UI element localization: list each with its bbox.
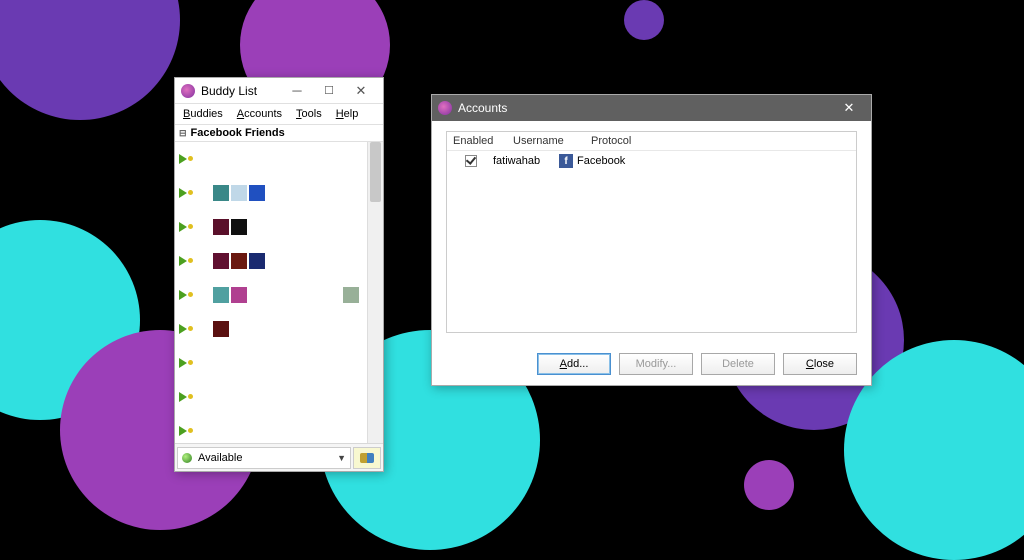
scrollbar[interactable] bbox=[367, 142, 383, 443]
status-icon bbox=[179, 254, 193, 268]
delete-button: Delete bbox=[701, 353, 775, 375]
status-icon bbox=[179, 424, 193, 438]
table-row[interactable]: fatiwahab f Facebook bbox=[447, 151, 856, 171]
buddy-list-window: Buddy List ─ ☐ ✕ Buddies Accounts Tools … bbox=[174, 77, 384, 472]
list-item[interactable] bbox=[175, 346, 383, 380]
modify-button: Modify... bbox=[619, 353, 693, 375]
buddy-list-titlebar[interactable]: Buddy List ─ ☐ ✕ bbox=[175, 78, 383, 104]
group-name: Facebook Friends bbox=[191, 127, 285, 139]
status-text: Available bbox=[198, 452, 337, 464]
status-icon bbox=[179, 322, 193, 336]
status-options-button[interactable] bbox=[353, 447, 381, 469]
button-row: Add... Modify... Delete Close bbox=[432, 343, 871, 385]
menu-accounts[interactable]: Accounts bbox=[235, 106, 284, 122]
list-item[interactable] bbox=[175, 210, 383, 244]
menu-tools[interactable]: Tools bbox=[294, 106, 324, 122]
status-icon bbox=[179, 390, 193, 404]
avatar bbox=[213, 185, 265, 201]
pidgin-icon bbox=[181, 84, 195, 98]
people-icon bbox=[360, 453, 374, 463]
close-button[interactable]: Close bbox=[783, 353, 857, 375]
col-protocol[interactable]: Protocol bbox=[591, 135, 631, 147]
add-button[interactable]: Add... bbox=[537, 353, 611, 375]
dropdown-icon: ▼ bbox=[337, 453, 346, 463]
avatar bbox=[343, 287, 359, 303]
avatar bbox=[213, 321, 229, 337]
list-item[interactable] bbox=[175, 176, 383, 210]
status-icon bbox=[179, 152, 193, 166]
accounts-table: Enabled Username Protocol fatiwahab f Fa… bbox=[446, 131, 857, 333]
avatar bbox=[213, 253, 265, 269]
available-icon bbox=[182, 453, 192, 463]
col-enabled[interactable]: Enabled bbox=[453, 135, 503, 147]
window-title: Buddy List bbox=[201, 84, 281, 98]
avatar bbox=[213, 219, 247, 235]
facebook-icon: f bbox=[559, 154, 573, 168]
menu-bar: Buddies Accounts Tools Help bbox=[175, 104, 383, 125]
status-icon bbox=[179, 220, 193, 234]
col-username[interactable]: Username bbox=[513, 135, 581, 147]
status-bar: Available ▼ bbox=[175, 443, 383, 471]
status-selector[interactable]: Available ▼ bbox=[177, 447, 351, 469]
list-item[interactable] bbox=[175, 278, 383, 312]
list-item[interactable] bbox=[175, 414, 383, 443]
menu-buddies[interactable]: Buddies bbox=[181, 106, 225, 122]
status-icon bbox=[179, 186, 193, 200]
accounts-titlebar[interactable]: Accounts ✕ bbox=[432, 95, 871, 121]
list-item[interactable] bbox=[175, 244, 383, 278]
avatar bbox=[213, 287, 247, 303]
minimize-icon[interactable]: ─ bbox=[281, 80, 313, 102]
scroll-thumb[interactable] bbox=[370, 142, 381, 202]
enabled-checkbox[interactable] bbox=[465, 155, 477, 167]
table-header: Enabled Username Protocol bbox=[447, 132, 856, 151]
menu-help[interactable]: Help bbox=[334, 106, 361, 122]
pidgin-icon bbox=[438, 101, 452, 115]
window-title: Accounts bbox=[458, 101, 833, 115]
group-header[interactable]: ⊟ Facebook Friends bbox=[175, 125, 383, 142]
list-item[interactable] bbox=[175, 142, 383, 176]
protocol-cell: Facebook bbox=[577, 155, 625, 167]
list-item[interactable] bbox=[175, 380, 383, 414]
maximize-icon[interactable]: ☐ bbox=[313, 80, 345, 102]
status-icon bbox=[179, 288, 193, 302]
accounts-window: Accounts ✕ Enabled Username Protocol fat… bbox=[431, 94, 872, 386]
status-icon bbox=[179, 356, 193, 370]
buddy-list-area[interactable] bbox=[175, 142, 383, 443]
collapse-icon: ⊟ bbox=[179, 128, 187, 139]
username-cell: fatiwahab bbox=[493, 155, 551, 167]
close-icon[interactable]: ✕ bbox=[833, 97, 865, 119]
close-icon[interactable]: ✕ bbox=[345, 80, 377, 102]
list-item[interactable] bbox=[175, 312, 383, 346]
